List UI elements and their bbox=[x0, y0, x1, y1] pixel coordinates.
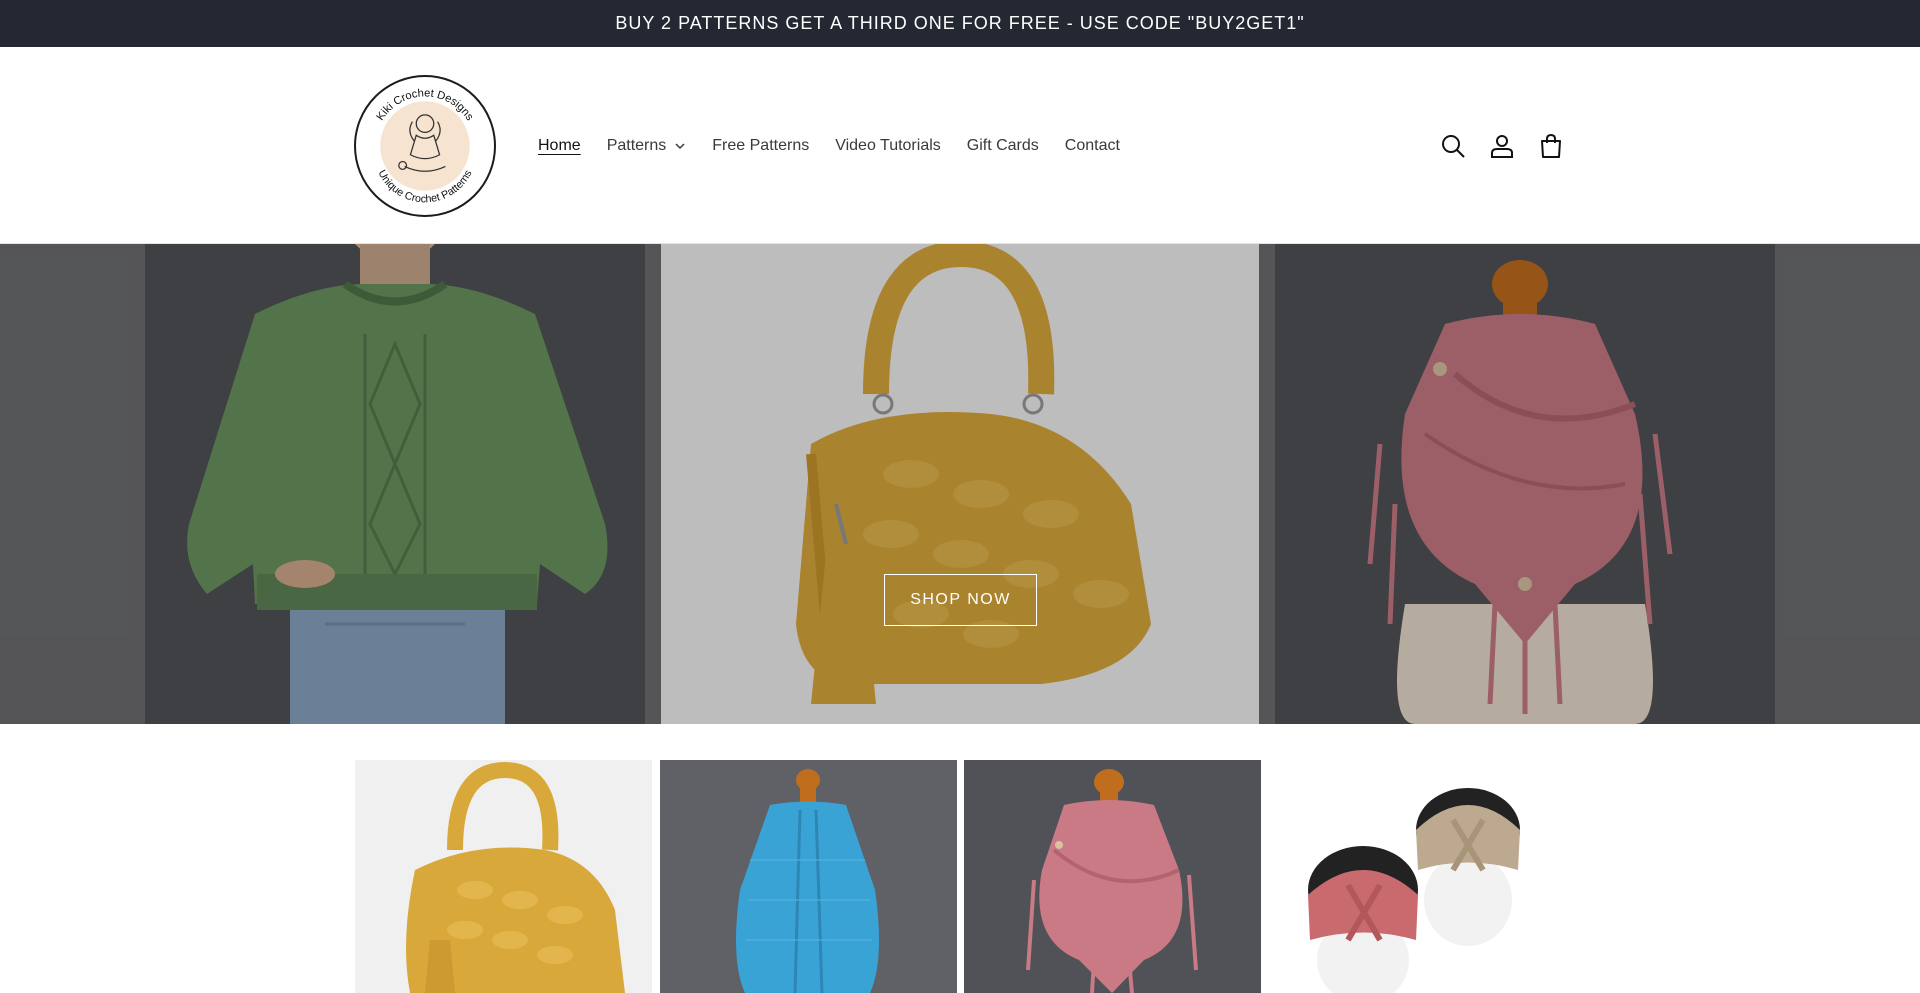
hero-image-bag bbox=[661, 244, 1259, 724]
announcement-text: BUY 2 PATTERNS GET A THIRD ONE FOR FREE … bbox=[615, 13, 1305, 33]
header-icons bbox=[1440, 47, 1587, 244]
chevron-down-icon bbox=[675, 142, 685, 149]
hero-image-sweater bbox=[145, 244, 645, 724]
nav-contact[interactable]: Contact bbox=[1065, 137, 1120, 155]
hero-image-scarf bbox=[1275, 244, 1775, 724]
nav-gift-cards[interactable]: Gift Cards bbox=[967, 137, 1039, 155]
nav-patterns-label: Patterns bbox=[606, 136, 667, 154]
nav-home[interactable]: Home bbox=[538, 137, 581, 155]
product-grid bbox=[355, 760, 1563, 993]
product-card-headbands[interactable] bbox=[1268, 760, 1563, 993]
nav-patterns[interactable]: Patterns bbox=[607, 137, 687, 155]
nav-free-patterns[interactable]: Free Patterns bbox=[712, 137, 809, 155]
product-card-bag[interactable] bbox=[355, 760, 652, 993]
cart-icon[interactable] bbox=[1538, 133, 1564, 159]
product-card-scarf[interactable] bbox=[964, 760, 1261, 993]
account-icon[interactable] bbox=[1489, 133, 1515, 159]
logo[interactable]: Kiki Crochet Designs Unique Crochet Patt… bbox=[354, 75, 496, 217]
hero-banner bbox=[0, 244, 1920, 724]
shop-now-button[interactable]: SHOP NOW bbox=[884, 574, 1037, 626]
search-icon[interactable] bbox=[1440, 133, 1466, 159]
product-card-shawl[interactable] bbox=[660, 760, 957, 993]
main-nav: Home Patterns Free Patterns Video Tutori… bbox=[538, 47, 1146, 244]
nav-video-tutorials[interactable]: Video Tutorials bbox=[835, 137, 941, 155]
site-header: Kiki Crochet Designs Unique Crochet Patt… bbox=[0, 47, 1920, 244]
announcement-bar: BUY 2 PATTERNS GET A THIRD ONE FOR FREE … bbox=[0, 0, 1920, 47]
